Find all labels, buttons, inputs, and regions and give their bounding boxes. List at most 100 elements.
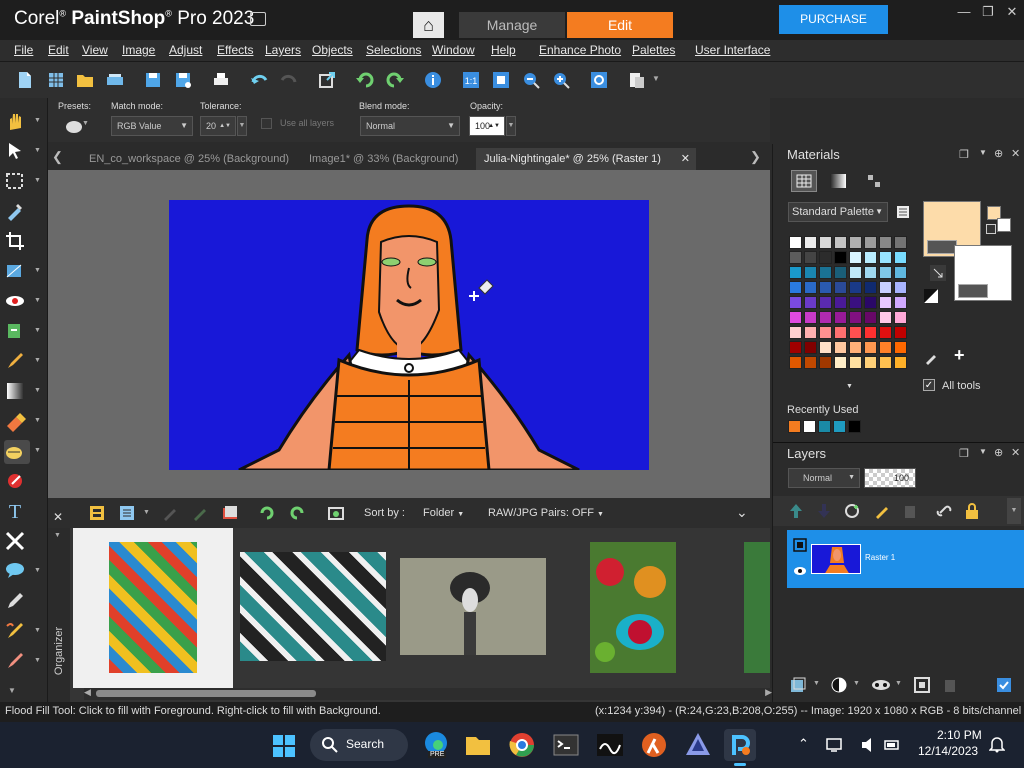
recent-colors[interactable] xyxy=(788,420,878,436)
all-tools-checkbox[interactable]: ✓ xyxy=(923,379,935,391)
palette-swatch[interactable] xyxy=(819,251,832,264)
background-color[interactable] xyxy=(954,245,1012,301)
palette-swatch[interactable] xyxy=(864,326,877,339)
palette-swatch[interactable] xyxy=(849,341,862,354)
layers-menu-button[interactable]: ▼ xyxy=(1007,498,1021,524)
gradient-tool[interactable]: ▼ xyxy=(4,380,41,404)
doc-tab-image1[interactable]: Image1* @ 33% (Background) xyxy=(309,148,458,170)
palette-swatch[interactable] xyxy=(819,281,832,294)
new-grid-icon[interactable] xyxy=(46,70,66,90)
scrollbar-thumb[interactable] xyxy=(96,690,316,697)
thumbnail-emu[interactable] xyxy=(400,558,546,655)
palette-swatch[interactable] xyxy=(804,311,817,324)
palette-swatch[interactable] xyxy=(879,311,892,324)
menu-adjust[interactable]: Adjust xyxy=(169,43,202,57)
organizer-collapse-icon[interactable]: ⌄ xyxy=(736,504,748,521)
palette-swatch[interactable] xyxy=(879,296,892,309)
match-mode-select[interactable]: RGB Value ▼ xyxy=(111,116,193,136)
eraser-tool[interactable]: ▼ xyxy=(4,410,41,434)
palette-swatch[interactable] xyxy=(879,251,892,264)
palette-swatch[interactable] xyxy=(834,296,847,309)
tabs-scroll-left-icon[interactable]: ❮ xyxy=(52,149,63,165)
panel-close-icon[interactable]: ✕ xyxy=(1011,446,1020,459)
clock-time[interactable]: 2:10 PM xyxy=(937,728,982,742)
palette-swatch[interactable] xyxy=(864,266,877,279)
scan-icon[interactable] xyxy=(105,70,125,90)
tolerance-dropdown[interactable]: ▼ xyxy=(237,116,247,136)
panel-pin-icon[interactable]: ⊕ xyxy=(994,446,1003,459)
opacity-field[interactable]: 100 ▲▼ xyxy=(469,116,505,136)
palette-swatch[interactable] xyxy=(849,296,862,309)
taskbar-half-life[interactable] xyxy=(638,729,670,761)
taskbar-file-explorer[interactable] xyxy=(462,729,494,761)
restore-button[interactable]: ❐ xyxy=(976,2,1000,22)
new-raster-layer-icon[interactable] xyxy=(789,676,807,694)
adjustment-layer-icon[interactable] xyxy=(830,676,848,694)
add-swatch-icon[interactable]: + xyxy=(954,345,965,366)
palette-swatch[interactable] xyxy=(789,296,802,309)
scroll-left-icon[interactable]: ◀ xyxy=(84,687,91,698)
palette-swatch[interactable] xyxy=(864,296,877,309)
swatches-scroll-down-icon[interactable]: ▼ xyxy=(846,383,853,390)
doc-tab-workspace[interactable]: EN_co_workspace @ 25% (Background) xyxy=(89,148,289,170)
foreground-style-toggle[interactable] xyxy=(927,240,957,254)
palette-swatch[interactable] xyxy=(819,326,832,339)
menu-layers[interactable]: Layers xyxy=(265,43,301,57)
recent-color-swatch[interactable] xyxy=(848,420,861,433)
menu-help[interactable]: Help xyxy=(491,43,516,57)
panel-pin-icon[interactable]: ⊕ xyxy=(994,147,1003,160)
notification-bell-icon[interactable] xyxy=(989,735,1005,753)
background-style-toggle[interactable] xyxy=(958,284,988,298)
palette-swatch[interactable] xyxy=(864,341,877,354)
palette-swatch[interactable] xyxy=(834,311,847,324)
shape-tool[interactable]: ▼ xyxy=(4,560,41,584)
menu-edit[interactable]: Edit xyxy=(48,43,69,57)
swap-colors-icon[interactable] xyxy=(930,265,946,281)
swap-mini-icon[interactable] xyxy=(986,224,996,234)
organizer-close-icon[interactable]: ✕ xyxy=(53,510,63,524)
palette-swatch[interactable] xyxy=(804,341,817,354)
pen-tool[interactable] xyxy=(4,590,30,614)
palette-swatch[interactable] xyxy=(834,326,847,339)
panel-restore-icon[interactable]: ❐ xyxy=(959,148,969,161)
actual-size-icon[interactable]: 1:1 xyxy=(461,70,481,90)
palette-swatch[interactable] xyxy=(849,251,862,264)
workspace-icon[interactable] xyxy=(250,12,266,26)
document-image[interactable] xyxy=(169,200,649,470)
scroll-right-icon[interactable]: ▶ xyxy=(765,687,772,698)
palette-swatch[interactable] xyxy=(894,236,907,249)
palette-swatch[interactable] xyxy=(849,266,862,279)
palette-swatch[interactable] xyxy=(789,236,802,249)
palette-swatch[interactable] xyxy=(804,251,817,264)
visibility-eye-icon[interactable] xyxy=(793,564,807,578)
menu-file[interactable]: File xyxy=(14,43,33,57)
paste-dropdown-icon[interactable]: ▼ xyxy=(652,74,660,83)
zoom-out-icon[interactable] xyxy=(521,70,541,90)
palette-swatch[interactable] xyxy=(864,311,877,324)
red-eye-tool[interactable]: ▼ xyxy=(4,290,41,314)
blend-mode-select[interactable]: Normal ▼ xyxy=(360,116,460,136)
palette-swatch[interactable] xyxy=(894,326,907,339)
palette-swatch[interactable] xyxy=(819,296,832,309)
color-changer-tool[interactable] xyxy=(4,470,30,494)
layer-blend-select[interactable]: Normal ▼ xyxy=(788,468,860,488)
pick-tool[interactable]: ▼ xyxy=(4,140,41,164)
rotate-right-icon[interactable] xyxy=(288,504,306,522)
palette-swatch[interactable] xyxy=(819,356,832,369)
thumbnail-diamond-pattern[interactable] xyxy=(109,542,197,673)
paint-brush-tool[interactable]: ▼ xyxy=(4,350,41,374)
palette-swatch[interactable] xyxy=(789,251,802,264)
taskbar-chrome[interactable] xyxy=(506,729,538,761)
palette-swatch[interactable] xyxy=(849,326,862,339)
thumbnail-tiles[interactable] xyxy=(240,552,386,661)
recent-color-swatch[interactable] xyxy=(803,420,816,433)
palette-swatch[interactable] xyxy=(834,236,847,249)
palette-swatch[interactable] xyxy=(879,266,892,279)
doc-tab-julia-nightingale[interactable]: Julia-Nightingale* @ 25% (Raster 1) ✕ xyxy=(476,148,696,170)
palette-swatch[interactable] xyxy=(894,341,907,354)
save-as-icon[interactable] xyxy=(173,70,193,90)
minimize-button[interactable]: — xyxy=(952,2,976,22)
palette-swatch[interactable] xyxy=(879,281,892,294)
palette-swatch[interactable] xyxy=(864,281,877,294)
network-icon[interactable] xyxy=(826,737,844,753)
